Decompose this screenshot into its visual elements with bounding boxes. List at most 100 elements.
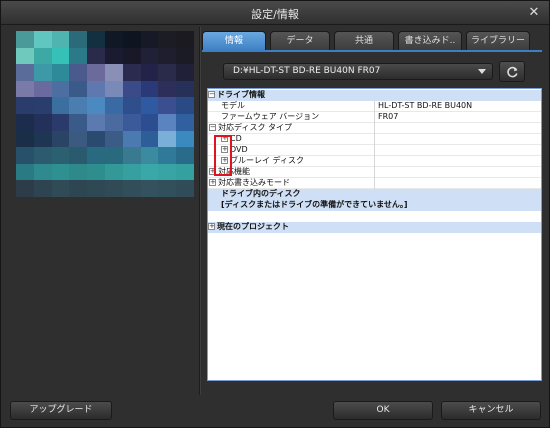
property-row-cd[interactable]: + CD — [208, 134, 541, 145]
tab-common[interactable]: 共通 — [334, 31, 394, 51]
preview-pixel — [87, 64, 105, 81]
preview-pixel — [140, 114, 159, 131]
collapse-icon[interactable]: − — [208, 91, 215, 98]
disc-status-text: [ディスクまたはドライブの準備ができていません。] — [221, 200, 408, 209]
preview-pixel — [158, 97, 177, 114]
preview-pixel — [16, 47, 34, 65]
property-row-disc-types[interactable]: − 対応ディスク タイプ — [208, 123, 541, 134]
preview-pixel — [87, 114, 105, 131]
preview-pixel — [16, 180, 34, 197]
preview-pixel — [140, 47, 159, 65]
category-label: 現在のプロジェクト — [217, 222, 289, 231]
preview-pixel — [33, 163, 52, 181]
preview-pixel — [51, 97, 70, 114]
preview-pixel — [122, 80, 141, 98]
preview-pixel — [122, 163, 141, 181]
property-label: 対応書き込みモード — [218, 178, 290, 187]
property-label: ファームウェア バージョン — [221, 112, 320, 121]
preview-pixel — [33, 130, 52, 148]
preview-pixel — [140, 147, 159, 164]
property-value — [374, 145, 541, 156]
preview-pixel — [122, 97, 141, 114]
preview-pixel — [104, 64, 123, 81]
tab-writing-drive[interactable]: 書き込みド.. — [398, 31, 462, 51]
tab-info[interactable]: 情報 — [202, 31, 266, 51]
preview-pixel — [33, 97, 52, 114]
tab-library[interactable]: ライブラリー — [466, 31, 530, 51]
preview-pixel — [158, 31, 177, 48]
expand-icon[interactable]: + — [208, 223, 215, 230]
preview-pixel — [176, 180, 194, 197]
tab-data[interactable]: データ — [270, 31, 330, 51]
property-value — [374, 167, 541, 178]
preview-pixel — [16, 64, 34, 81]
category-label: ドライブ情報 — [217, 90, 265, 99]
preview-pixel — [51, 163, 70, 181]
preview-pixel — [33, 31, 52, 48]
preview-pixel — [176, 31, 194, 48]
category-disc-in-drive[interactable]: ドライブ内のディスク [ディスクまたはドライブの準備ができていません。] — [208, 189, 541, 211]
property-row-firmware[interactable]: ファームウェア バージョン FR07 — [208, 112, 541, 123]
preview-pixel — [158, 80, 177, 98]
preview-pixel — [104, 47, 123, 65]
preview-pixel — [69, 47, 88, 65]
preview-pixel — [140, 97, 159, 114]
collapse-icon[interactable]: − — [209, 124, 216, 131]
drive-select[interactable]: D:¥HL-DT-ST BD-RE BU40N FR07 — [223, 63, 493, 80]
preview-pixel — [158, 114, 177, 131]
preview-pixel — [51, 180, 70, 197]
window-title: 設定/情報 — [251, 8, 299, 21]
preview-pixel — [51, 80, 70, 98]
preview-pixel — [122, 180, 141, 197]
preview-pixel — [69, 147, 88, 164]
property-row-model[interactable]: モデル HL-DT-ST BD-RE BU40N — [208, 101, 541, 112]
highlight-annotation — [214, 135, 232, 176]
preview-pixel — [51, 64, 70, 81]
preview-pixel — [122, 114, 141, 131]
refresh-button[interactable] — [499, 61, 525, 82]
preview-pixel — [104, 114, 123, 131]
preview-pixel — [176, 64, 194, 81]
property-value: HL-DT-ST BD-RE BU40N — [374, 101, 541, 112]
preview-pixel — [87, 147, 105, 164]
preview-pixel — [104, 97, 123, 114]
preview-pixel — [16, 130, 34, 148]
property-row-write-modes[interactable]: + 対応書き込みモード — [208, 178, 541, 189]
preview-pixel — [69, 114, 88, 131]
preview-pixel — [158, 180, 177, 197]
preview-pixel — [16, 80, 34, 98]
preview-pixel — [140, 163, 159, 181]
preview-pixel — [104, 130, 123, 148]
property-row-bluray[interactable]: + ブルーレイ ディスク — [208, 156, 541, 167]
preview-pixel — [140, 64, 159, 81]
property-value: FR07 — [374, 112, 541, 123]
title-bar[interactable]: 設定/情報 ✕ — [1, 1, 549, 25]
preview-pixel — [87, 130, 105, 148]
property-row-features[interactable]: + 対応機能 — [208, 167, 541, 178]
chevron-down-icon — [478, 69, 486, 74]
drive-select-value: D:¥HL-DT-ST BD-RE BU40N FR07 — [233, 66, 381, 76]
property-label: モデル — [221, 101, 245, 110]
property-value — [374, 178, 541, 189]
ok-button[interactable]: OK — [333, 401, 433, 420]
close-button[interactable]: ✕ — [525, 4, 543, 22]
cancel-button[interactable]: キャンセル — [441, 401, 541, 420]
preview-pixel — [104, 147, 123, 164]
preview-pixel — [69, 163, 88, 181]
preview-pixel — [122, 130, 141, 148]
upgrade-button[interactable]: アップグレード — [10, 401, 112, 420]
settings-info-window: 設定/情報 ✕ 情報 データ 共通 書き込みド.. ライブラリー D:¥HL-D… — [0, 0, 550, 428]
property-grid[interactable]: − ドライブ情報 モデル HL-DT-ST BD-RE BU40N ファームウェア… — [207, 88, 542, 381]
expand-icon[interactable]: + — [209, 179, 216, 186]
preview-pixel — [51, 147, 70, 164]
property-row-dvd[interactable]: + DVD — [208, 145, 541, 156]
preview-pixel — [158, 64, 177, 81]
preview-pixel — [87, 180, 105, 197]
preview-pixel — [69, 31, 88, 48]
preview-pixel — [16, 163, 34, 181]
category-drive-info[interactable]: − ドライブ情報 — [208, 90, 541, 101]
category-current-project[interactable]: + 現在のプロジェクト — [208, 222, 541, 233]
preview-pixel — [104, 80, 123, 98]
property-value — [374, 134, 541, 145]
panel-divider — [199, 27, 201, 395]
